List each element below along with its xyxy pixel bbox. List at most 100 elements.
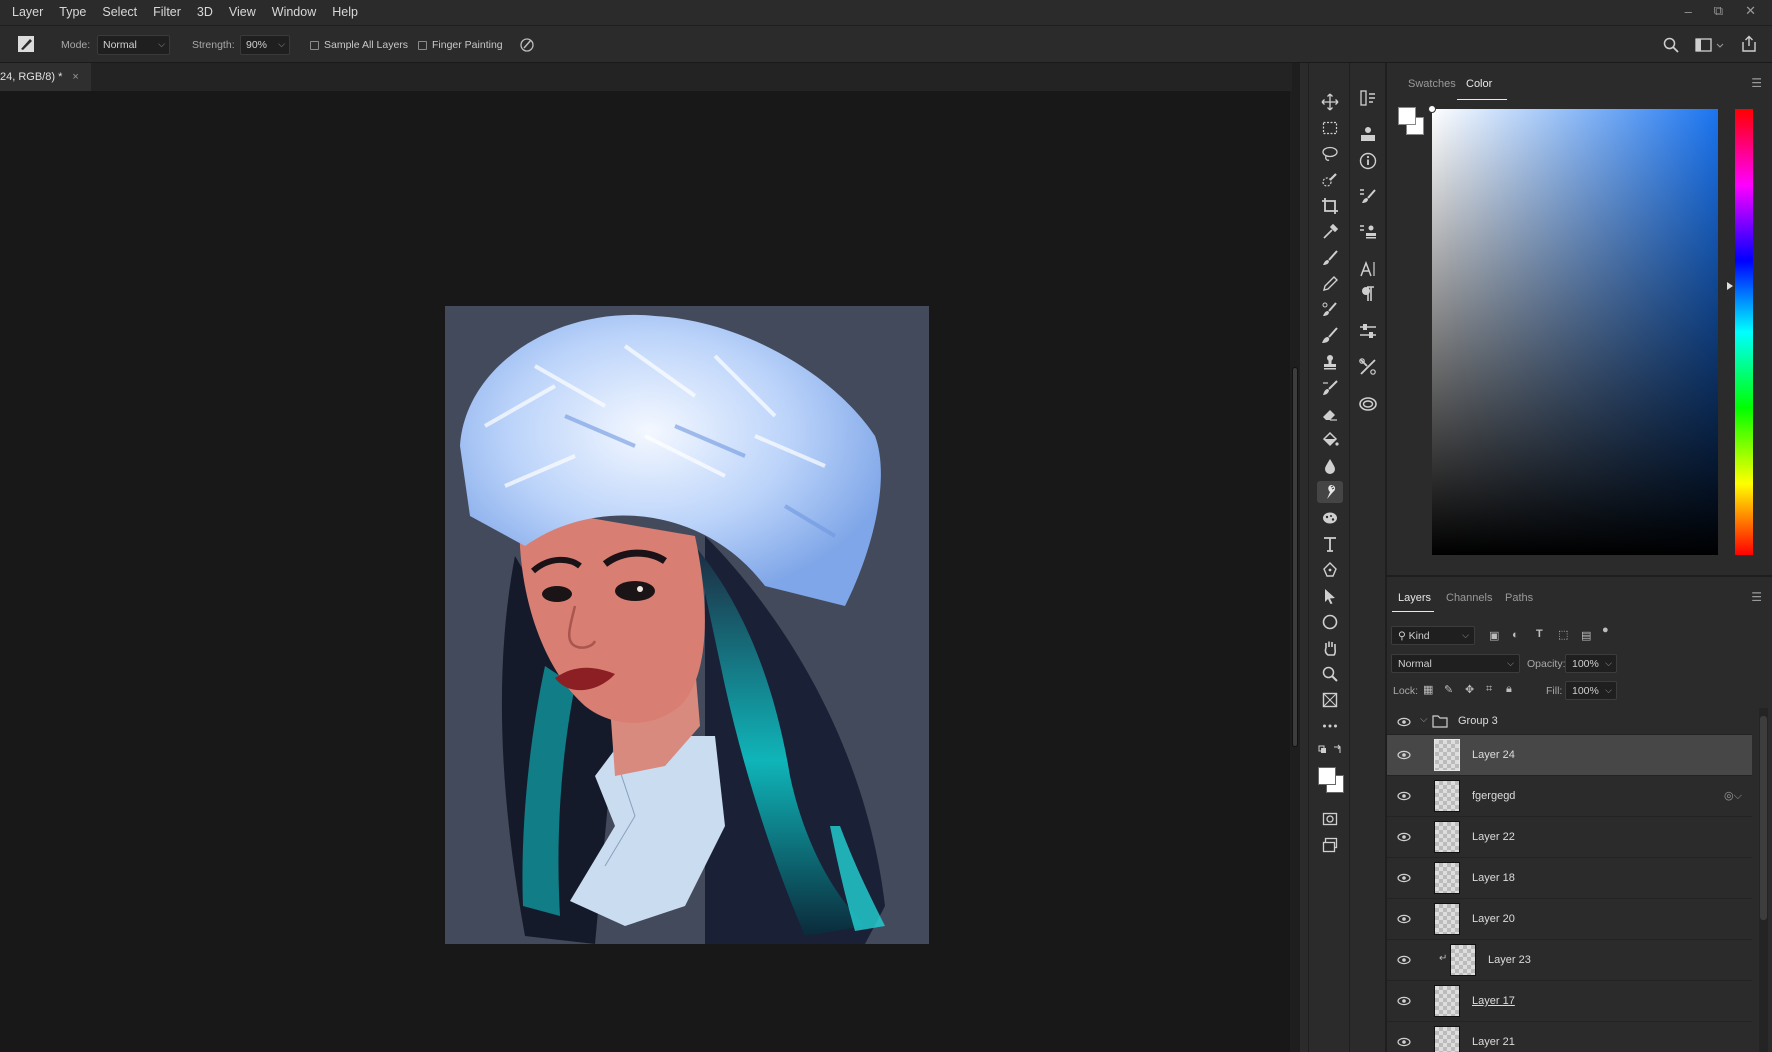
history-panel-icon[interactable] (1355, 85, 1381, 111)
more-tools-icon[interactable] (1317, 715, 1343, 737)
tab-color[interactable]: Color (1466, 78, 1492, 90)
foreground-color-chip[interactable] (1398, 107, 1416, 125)
mode-select[interactable]: Normal ⌵ (97, 35, 170, 55)
chevron-down-icon[interactable]: ⌵ (1605, 685, 1612, 696)
close-tab-icon[interactable]: × (72, 71, 78, 83)
clone-brush-icon[interactable] (1317, 299, 1343, 321)
hue-slider[interactable] (1735, 109, 1753, 555)
history-brush-icon[interactable] (1317, 377, 1343, 399)
foreground-color-swatch[interactable] (1318, 767, 1336, 785)
adjustment-filter-icon[interactable]: ◐ (1512, 629, 1519, 641)
sponge-icon[interactable] (1317, 507, 1343, 529)
swap-colors-icon[interactable] (1318, 744, 1344, 756)
pixel-filter-icon[interactable]: ▣ (1489, 629, 1499, 642)
pen-tool-icon[interactable] (1317, 559, 1343, 581)
visibility-eye-icon[interactable] (1397, 748, 1411, 762)
visibility-eye-icon[interactable] (1397, 953, 1411, 967)
layer-name[interactable]: Layer 22 (1472, 831, 1515, 843)
pencil-icon[interactable] (1317, 273, 1343, 295)
panel-menu-icon[interactable]: ☰ (1751, 590, 1762, 604)
minimize-button[interactable]: – (1685, 4, 1692, 19)
rectangular-marquee-icon[interactable] (1317, 117, 1343, 139)
screen-mode-icon[interactable] (1317, 834, 1343, 856)
color-picker-handle[interactable] (1428, 105, 1436, 113)
brush-settings-icon[interactable] (1355, 183, 1381, 209)
blend-mode-select[interactable]: Normal ⌵ (1391, 654, 1520, 673)
strength-input[interactable]: 90% ⌵ (240, 35, 290, 55)
layer-filter-select[interactable]: ⚲ Kind ⌵ (1391, 626, 1475, 645)
frame-tool-icon[interactable] (1317, 689, 1343, 711)
document-canvas[interactable] (445, 306, 929, 944)
tab-layers[interactable]: Layers (1398, 592, 1431, 604)
lock-all-icon[interactable]: 🔒︎ (1506, 683, 1512, 696)
quick-mask-icon[interactable] (1317, 808, 1343, 830)
menu-window[interactable]: Window (264, 0, 324, 25)
layer-name[interactable]: Layer 20 (1472, 913, 1515, 925)
scrollbar-thumb[interactable] (1292, 367, 1298, 747)
type-filter-icon[interactable]: T (1536, 628, 1543, 640)
visibility-eye-icon[interactable] (1397, 830, 1411, 844)
menu-filter[interactable]: Filter (145, 0, 189, 25)
libraries-icon[interactable] (1355, 391, 1381, 417)
layer-name[interactable]: Layer 18 (1472, 872, 1515, 884)
tool-presets-icon[interactable] (1355, 354, 1381, 380)
finger-painting-checkbox[interactable] (418, 41, 427, 50)
color-field[interactable] (1428, 105, 1718, 555)
smudge-tool-preset-icon[interactable] (16, 34, 36, 54)
visibility-eye-icon[interactable] (1397, 789, 1411, 803)
stamp-icon[interactable] (1317, 351, 1343, 373)
document-tab[interactable]: 24, RGB/8) * × (0, 63, 91, 91)
mixer-brush-icon[interactable] (1317, 325, 1343, 347)
layer-row[interactable]: Layer 17 (1387, 981, 1752, 1022)
visibility-eye-icon[interactable] (1397, 912, 1411, 926)
panel-menu-icon[interactable]: ☰ (1751, 76, 1762, 90)
close-window-button[interactable]: ✕ (1745, 3, 1756, 19)
layer-row[interactable]: Layer 21 (1387, 1022, 1752, 1052)
opacity-input[interactable]: 100% ⌵ (1565, 654, 1617, 673)
layer-row[interactable]: Layer 24 (1387, 735, 1752, 776)
visibility-eye-icon[interactable] (1397, 715, 1411, 729)
paragraph-panel-icon[interactable] (1355, 281, 1381, 307)
layer-name[interactable]: Layer 17 (1472, 995, 1515, 1007)
hand-tool-icon[interactable] (1317, 637, 1343, 659)
fg-bg-color-swatches[interactable] (1398, 107, 1428, 139)
menu-select[interactable]: Select (94, 0, 145, 25)
canvas-vertical-scrollbar[interactable] (1290, 91, 1300, 1052)
restore-button[interactable]: ⧉ (1714, 3, 1723, 19)
chevron-down-icon[interactable]: ⌵ (278, 39, 285, 50)
ellipse-tool-icon[interactable] (1317, 611, 1343, 633)
search-icon[interactable] (1662, 36, 1680, 54)
eraser-icon[interactable] (1317, 403, 1343, 425)
lock-transparent-icon[interactable]: ▦ (1423, 683, 1433, 696)
chevron-down-icon[interactable]: ⌵ (1605, 658, 1612, 669)
visibility-eye-icon[interactable] (1397, 871, 1411, 885)
blur-icon[interactable] (1317, 455, 1343, 477)
sample-all-layers-checkbox[interactable] (310, 41, 319, 50)
share-icon[interactable] (1740, 35, 1758, 53)
layer-group-row[interactable]: ⌵ Group 3 (1387, 708, 1752, 735)
clone-source-icon[interactable] (1355, 219, 1381, 245)
path-selection-icon[interactable] (1317, 585, 1343, 607)
properties-panel-icon[interactable] (1355, 121, 1381, 147)
smart-object-filter-icon[interactable]: ▤ (1581, 629, 1591, 642)
layer-row[interactable]: Layer 22 (1387, 817, 1752, 858)
fill-input[interactable]: 100% ⌵ (1565, 681, 1617, 700)
layer-row[interactable]: Layer 18 (1387, 858, 1752, 899)
scrollbar-thumb[interactable] (1760, 716, 1767, 920)
lasso-icon[interactable] (1317, 143, 1343, 165)
smudge-tool-icon[interactable] (1317, 481, 1343, 503)
brush-icon[interactable] (1317, 247, 1343, 269)
shape-filter-icon[interactable]: ⬚ (1558, 628, 1568, 641)
filter-toggle-icon[interactable]: ● (1602, 624, 1609, 636)
chevron-down-icon[interactable]: ⌵ (1420, 714, 1428, 725)
layers-scrollbar[interactable] (1759, 708, 1768, 1052)
visibility-eye-icon[interactable] (1397, 1035, 1411, 1049)
type-tool-icon[interactable] (1317, 533, 1343, 555)
layer-row[interactable]: Layer 20 (1387, 899, 1752, 940)
eyedropper-icon[interactable] (1317, 221, 1343, 243)
lock-position-icon[interactable]: ✥ (1465, 683, 1474, 696)
menu-layer[interactable]: Layer (0, 0, 51, 25)
quick-selection-icon[interactable] (1317, 169, 1343, 191)
lock-artboard-icon[interactable]: ⌗ (1486, 683, 1492, 696)
tab-swatches[interactable]: Swatches (1408, 78, 1456, 90)
